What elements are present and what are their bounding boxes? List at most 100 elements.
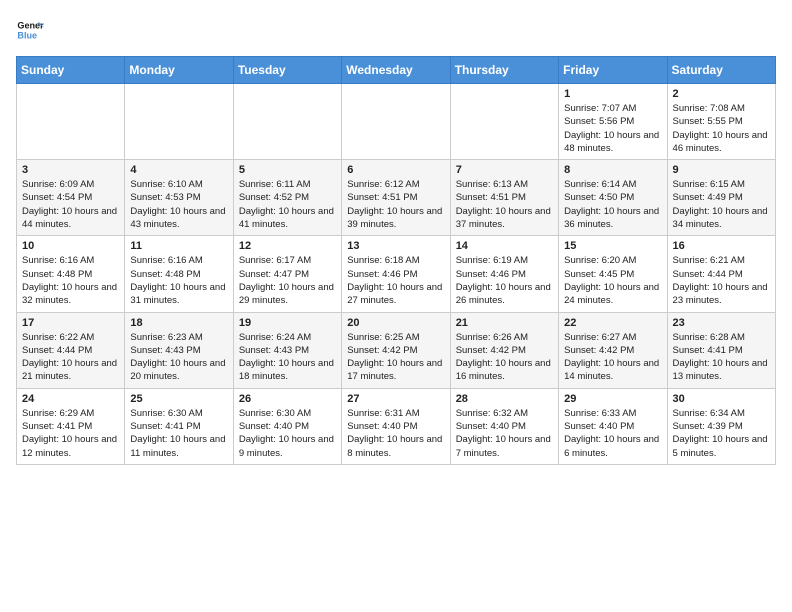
day-number: 11 <box>130 240 227 252</box>
day-info: Sunrise: 6:12 AMSunset: 4:51 PMDaylight:… <box>347 178 444 231</box>
day-number: 15 <box>564 240 661 252</box>
day-info: Sunrise: 6:16 AMSunset: 4:48 PMDaylight:… <box>130 254 227 307</box>
calendar-week-4: 17 Sunrise: 6:22 AMSunset: 4:44 PMDayligh… <box>17 312 776 388</box>
calendar-cell: 25 Sunrise: 6:30 AMSunset: 4:41 PMDayligh… <box>125 388 233 464</box>
calendar-week-1: 1 Sunrise: 7:07 AMSunset: 5:56 PMDaylight… <box>17 84 776 160</box>
day-info: Sunrise: 6:14 AMSunset: 4:50 PMDaylight:… <box>564 178 661 231</box>
calendar-cell: 1 Sunrise: 7:07 AMSunset: 5:56 PMDaylight… <box>559 84 667 160</box>
day-info: Sunrise: 6:13 AMSunset: 4:51 PMDaylight:… <box>456 178 553 231</box>
day-info: Sunrise: 6:34 AMSunset: 4:39 PMDaylight:… <box>673 407 770 460</box>
day-info: Sunrise: 6:30 AMSunset: 4:40 PMDaylight:… <box>239 407 336 460</box>
day-number: 28 <box>456 393 553 405</box>
page-header: General Blue <box>16 16 776 44</box>
day-number: 8 <box>564 164 661 176</box>
calendar-cell <box>125 84 233 160</box>
day-info: Sunrise: 6:18 AMSunset: 4:46 PMDaylight:… <box>347 254 444 307</box>
day-number: 12 <box>239 240 336 252</box>
calendar-body: 1 Sunrise: 7:07 AMSunset: 5:56 PMDaylight… <box>17 84 776 465</box>
weekday-header-sunday: Sunday <box>17 57 125 84</box>
calendar-cell: 9 Sunrise: 6:15 AMSunset: 4:49 PMDaylight… <box>667 160 775 236</box>
calendar-cell: 26Sunrise: 6:30 AMSunset: 4:40 PMDayligh… <box>233 388 341 464</box>
day-info: Sunrise: 7:08 AMSunset: 5:55 PMDaylight:… <box>673 102 770 155</box>
calendar-cell: 14Sunrise: 6:19 AMSunset: 4:46 PMDayligh… <box>450 236 558 312</box>
calendar-cell: 6Sunrise: 6:12 AMSunset: 4:51 PMDaylight… <box>342 160 450 236</box>
day-info: Sunrise: 6:27 AMSunset: 4:42 PMDaylight:… <box>564 331 661 384</box>
calendar-cell: 22 Sunrise: 6:27 AMSunset: 4:42 PMDayligh… <box>559 312 667 388</box>
calendar-cell: 29 Sunrise: 6:33 AMSunset: 4:40 PMDayligh… <box>559 388 667 464</box>
calendar-cell: 30 Sunrise: 6:34 AMSunset: 4:39 PMDayligh… <box>667 388 775 464</box>
calendar-table: SundayMondayTuesdayWednesdayThursdayFrid… <box>16 56 776 465</box>
day-info: Sunrise: 6:17 AMSunset: 4:47 PMDaylight:… <box>239 254 336 307</box>
day-number: 17 <box>22 317 119 329</box>
calendar-cell: 2 Sunrise: 7:08 AMSunset: 5:55 PMDaylight… <box>667 84 775 160</box>
day-info: Sunrise: 6:33 AMSunset: 4:40 PMDaylight:… <box>564 407 661 460</box>
calendar-cell <box>450 84 558 160</box>
calendar-cell: 16Sunrise: 6:21 AMSunset: 4:44 PMDayligh… <box>667 236 775 312</box>
day-number: 2 <box>673 88 770 100</box>
calendar-cell: 15 Sunrise: 6:20 AMSunset: 4:45 PMDayligh… <box>559 236 667 312</box>
day-number: 10 <box>22 240 119 252</box>
day-info: Sunrise: 6:32 AMSunset: 4:40 PMDaylight:… <box>456 407 553 460</box>
day-info: Sunrise: 6:10 AMSunset: 4:53 PMDaylight:… <box>130 178 227 231</box>
day-number: 21 <box>456 317 553 329</box>
day-number: 18 <box>130 317 227 329</box>
calendar-week-2: 3Sunrise: 6:09 AMSunset: 4:54 PMDaylight… <box>17 160 776 236</box>
calendar-cell: 12 Sunrise: 6:17 AMSunset: 4:47 PMDayligh… <box>233 236 341 312</box>
weekday-header-saturday: Saturday <box>667 57 775 84</box>
weekday-header-wednesday: Wednesday <box>342 57 450 84</box>
calendar-cell: 23 Sunrise: 6:28 AMSunset: 4:41 PMDayligh… <box>667 312 775 388</box>
day-info: Sunrise: 6:25 AMSunset: 4:42 PMDaylight:… <box>347 331 444 384</box>
calendar-cell: 13 Sunrise: 6:18 AMSunset: 4:46 PMDayligh… <box>342 236 450 312</box>
day-number: 7 <box>456 164 553 176</box>
day-number: 16 <box>673 240 770 252</box>
day-number: 27 <box>347 393 444 405</box>
day-info: Sunrise: 6:30 AMSunset: 4:41 PMDaylight:… <box>130 407 227 460</box>
day-number: 9 <box>673 164 770 176</box>
calendar-cell <box>342 84 450 160</box>
calendar-cell: 18 Sunrise: 6:23 AMSunset: 4:43 PMDayligh… <box>125 312 233 388</box>
calendar-cell: 21 Sunrise: 6:26 AMSunset: 4:42 PMDayligh… <box>450 312 558 388</box>
day-number: 22 <box>564 317 661 329</box>
weekday-header-tuesday: Tuesday <box>233 57 341 84</box>
calendar-cell: 17 Sunrise: 6:22 AMSunset: 4:44 PMDayligh… <box>17 312 125 388</box>
day-info: Sunrise: 6:22 AMSunset: 4:44 PMDaylight:… <box>22 331 119 384</box>
calendar-cell: 3Sunrise: 6:09 AMSunset: 4:54 PMDaylight… <box>17 160 125 236</box>
day-number: 19 <box>239 317 336 329</box>
calendar-cell: 5 Sunrise: 6:11 AMSunset: 4:52 PMDaylight… <box>233 160 341 236</box>
day-info: Sunrise: 6:31 AMSunset: 4:40 PMDaylight:… <box>347 407 444 460</box>
calendar-cell <box>233 84 341 160</box>
day-info: Sunrise: 6:20 AMSunset: 4:45 PMDaylight:… <box>564 254 661 307</box>
calendar-week-3: 10 Sunrise: 6:16 AMSunset: 4:48 PMDayligh… <box>17 236 776 312</box>
svg-text:General: General <box>17 21 44 31</box>
day-number: 20 <box>347 317 444 329</box>
day-number: 1 <box>564 88 661 100</box>
day-info: Sunrise: 6:11 AMSunset: 4:52 PMDaylight:… <box>239 178 336 231</box>
calendar-cell: 24 Sunrise: 6:29 AMSunset: 4:41 PMDayligh… <box>17 388 125 464</box>
day-number: 30 <box>673 393 770 405</box>
calendar-week-5: 24 Sunrise: 6:29 AMSunset: 4:41 PMDayligh… <box>17 388 776 464</box>
day-info: Sunrise: 6:28 AMSunset: 4:41 PMDaylight:… <box>673 331 770 384</box>
weekday-header-friday: Friday <box>559 57 667 84</box>
calendar-cell: 7 Sunrise: 6:13 AMSunset: 4:51 PMDaylight… <box>450 160 558 236</box>
calendar-cell: 20 Sunrise: 6:25 AMSunset: 4:42 PMDayligh… <box>342 312 450 388</box>
day-number: 4 <box>130 164 227 176</box>
weekday-header-monday: Monday <box>125 57 233 84</box>
day-number: 24 <box>22 393 119 405</box>
day-number: 23 <box>673 317 770 329</box>
day-number: 5 <box>239 164 336 176</box>
day-number: 14 <box>456 240 553 252</box>
calendar-cell: 10Sunrise: 6:16 AMSunset: 4:48 PMDayligh… <box>17 236 125 312</box>
calendar-cell: 27 Sunrise: 6:31 AMSunset: 4:40 PMDayligh… <box>342 388 450 464</box>
day-number: 29 <box>564 393 661 405</box>
calendar-cell: 11 Sunrise: 6:16 AMSunset: 4:48 PMDayligh… <box>125 236 233 312</box>
day-info: Sunrise: 7:07 AMSunset: 5:56 PMDaylight:… <box>564 102 661 155</box>
day-number: 13 <box>347 240 444 252</box>
calendar-cell: 8 Sunrise: 6:14 AMSunset: 4:50 PMDaylight… <box>559 160 667 236</box>
day-info: Sunrise: 6:23 AMSunset: 4:43 PMDaylight:… <box>130 331 227 384</box>
day-info: Sunrise: 6:15 AMSunset: 4:49 PMDaylight:… <box>673 178 770 231</box>
day-info: Sunrise: 6:29 AMSunset: 4:41 PMDaylight:… <box>22 407 119 460</box>
day-number: 25 <box>130 393 227 405</box>
day-info: Sunrise: 6:26 AMSunset: 4:42 PMDaylight:… <box>456 331 553 384</box>
calendar-cell <box>17 84 125 160</box>
weekday-header-row: SundayMondayTuesdayWednesdayThursdayFrid… <box>17 57 776 84</box>
